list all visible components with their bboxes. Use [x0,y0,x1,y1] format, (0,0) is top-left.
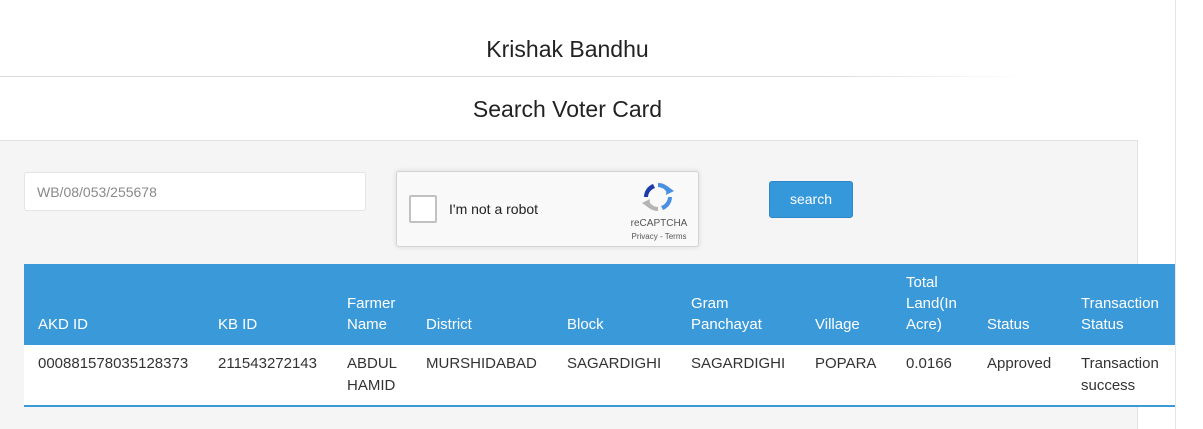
column-header-total-land: Total Land(In Acre) [906,274,957,333]
page-heading: Search Voter Card [472,96,663,122]
cell-total-land: 0.0166 [906,355,952,372]
cell-transaction-status: Transaction success [1081,355,1159,394]
cell-farmer-name: ABDUL HAMID [347,355,397,394]
scrollbar-divider [1175,0,1176,429]
cell-kb-id: 211543272143 [218,355,317,372]
column-header-transaction-status: Transaction Status [1081,295,1159,333]
table-header-row: AKD ID KB ID Farmer Name District Block … [24,264,1175,345]
cell-village: POPARA [815,355,877,372]
column-header-village: Village [815,316,860,333]
column-header-farmer-name: Farmer Name [347,295,396,333]
column-header-block: Block [567,316,604,333]
column-header-status: Status [987,316,1030,333]
cell-block: SAGARDIGHI [567,355,662,372]
table-row: 000881578035128373 211543272143 ABDUL HA… [24,345,1175,406]
cell-status: Approved [987,355,1052,372]
table-body: 000881578035128373 211543272143 ABDUL HA… [24,345,1175,406]
recaptcha-logo-icon [642,182,674,212]
cell-gram-panchayat: SAGARDIGHI [691,355,786,372]
site-title: Krishak Bandhu [486,36,649,62]
scrollbar-track[interactable] [1175,0,1203,429]
recaptcha-links: Privacy - Terms [619,232,699,241]
recaptcha-privacy-link[interactable]: Privacy [632,232,658,241]
search-button[interactable]: search [769,181,853,218]
recaptcha-link-separator: - [657,232,665,241]
page: Krishak Bandhu Search Voter Card I'm not… [0,0,1203,429]
voter-card-search-input[interactable] [24,172,366,211]
results-table: AKD ID KB ID Farmer Name District Block … [24,264,1175,407]
title-divider [0,76,1030,77]
column-header-akd-id: AKD ID [38,316,89,333]
recaptcha-label: I'm not a robot [449,201,539,217]
column-header-district: District [426,316,472,333]
recaptcha-terms-link[interactable]: Terms [665,232,687,241]
cell-akd-id: 000881578035128373 [38,355,189,372]
recaptcha-widget: I'm not a robot reCAPTCHA Privacy - Term… [396,171,699,247]
column-header-gram-panchayat: Gram Panchayat [691,295,762,333]
recaptcha-brand: reCAPTCHA [630,218,688,229]
table-header: AKD ID KB ID Farmer Name District Block … [24,264,1175,345]
column-header-kb-id: KB ID [218,316,258,333]
cell-district: MURSHIDABAD [426,355,537,372]
recaptcha-checkbox[interactable] [409,195,437,223]
